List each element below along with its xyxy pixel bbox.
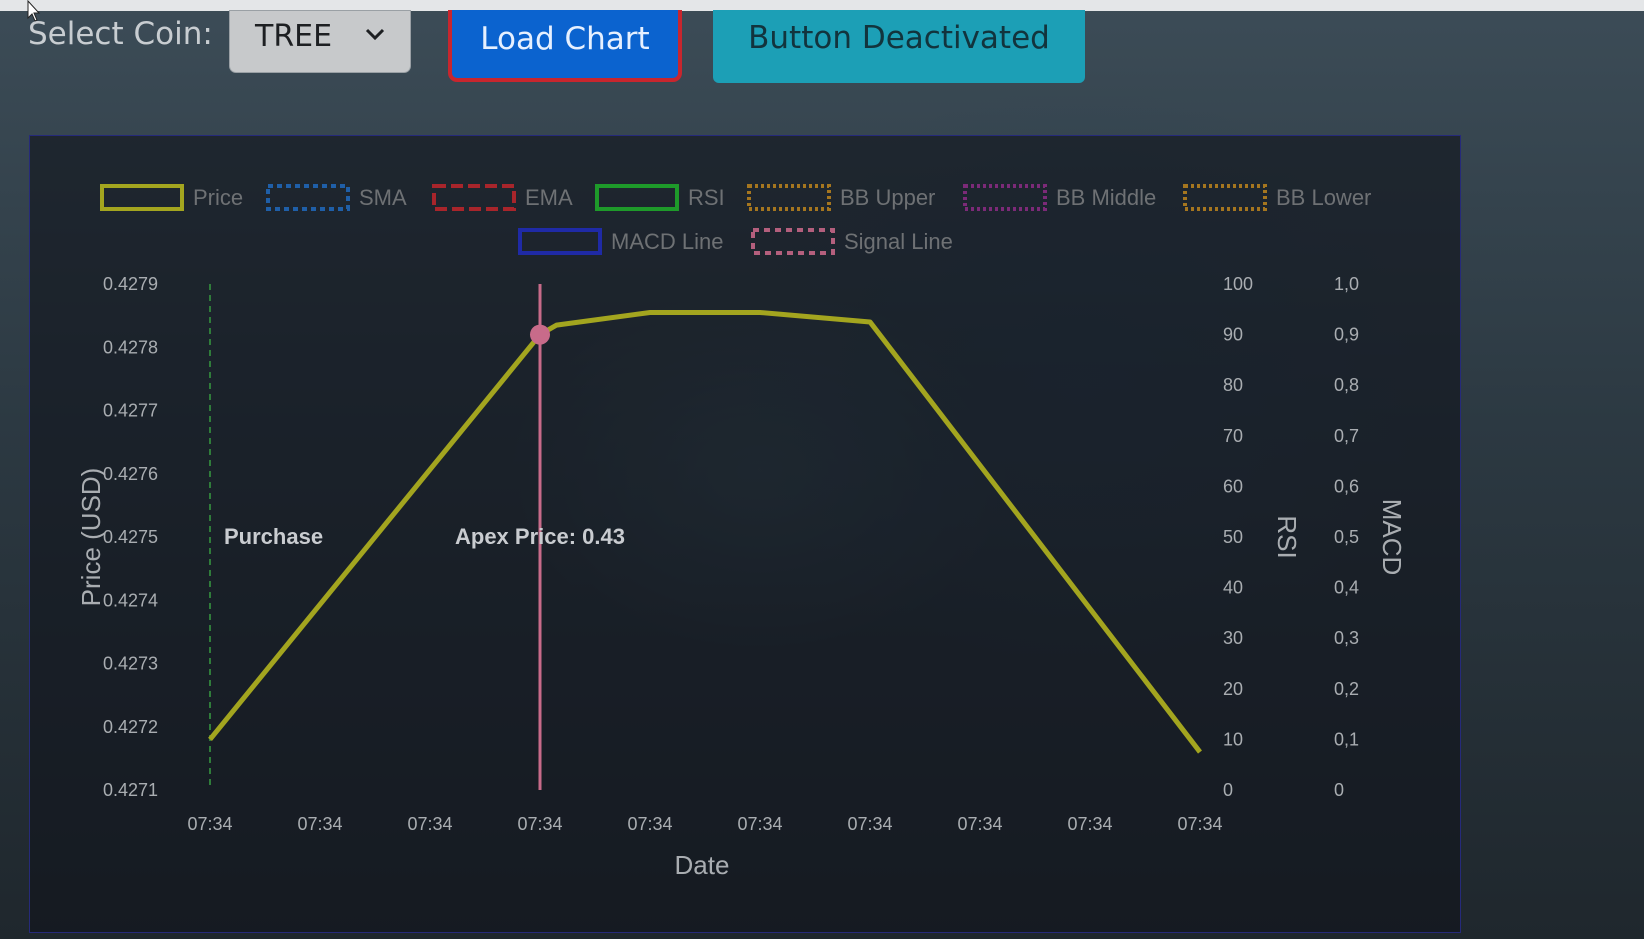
legend-label-sma: SMA (359, 185, 407, 210)
x-tick-label: 07:34 (957, 814, 1002, 834)
macd-tick-label: 1,0 (1334, 274, 1359, 294)
macd-tick-label: 0,7 (1334, 426, 1359, 446)
macd-tick-label: 0,6 (1334, 476, 1359, 496)
macd-tick-label: 0,5 (1334, 527, 1359, 547)
rsi-tick-label: 100 (1223, 274, 1253, 294)
legend-swatch-ema (432, 184, 516, 211)
chevron-down-icon (363, 23, 387, 48)
legend-label-price: Price (193, 185, 243, 210)
legend-swatch-sma (266, 184, 350, 211)
legend-label-ema: EMA (525, 185, 573, 210)
x-tick-label: 07:34 (847, 814, 892, 834)
apex-annotation: Apex Price: 0.43 (455, 524, 625, 549)
macd-tick-label: 0,2 (1334, 679, 1359, 699)
x-tick-label: 07:34 (1177, 814, 1222, 834)
x-tick-label: 07:34 (737, 814, 782, 834)
load-chart-button[interactable]: Load Chart (448, 10, 682, 82)
macd-tick-label: 0,1 (1334, 729, 1359, 749)
legend-label-bb-middle: BB Middle (1056, 185, 1156, 210)
y-axis-title: Price (USD) (76, 468, 106, 607)
chart-panel: Price SMA EMA RSI BB Upper BB Middle BB Lower M… (29, 135, 1461, 933)
x-axis-title: Date (675, 850, 730, 880)
mouse-pointer-icon (27, 0, 41, 25)
price-series-line (208, 309, 1202, 754)
legend-swatch-signal-line (751, 228, 835, 255)
price-chart[interactable]: Price SMA EMA RSI BB Upper BB Middle BB Lower M… (30, 136, 1460, 932)
y-tick-label: 0.4274 (103, 590, 158, 610)
rsi-tick-label: 20 (1223, 679, 1243, 699)
macd-tick-label: 0,9 (1334, 325, 1359, 345)
y-tick-label: 0.4273 (103, 654, 158, 674)
legend-swatch-macd-line (518, 228, 602, 255)
rsi-tick-label: 10 (1223, 729, 1243, 749)
y-tick-label: 0.4272 (103, 717, 158, 737)
rsi-axis-title: RSI (1272, 515, 1302, 558)
legend-swatch-price (100, 184, 184, 211)
macd-tick-label: 0,3 (1334, 628, 1359, 648)
macd-tick-label: 0 (1334, 780, 1344, 800)
x-tick-label: 07:34 (517, 814, 562, 834)
macd-tick-label: 0,8 (1334, 375, 1359, 395)
purchase-annotation: Purchase (224, 524, 323, 549)
rsi-tick-label: 50 (1223, 527, 1243, 547)
macd-tick-label: 0,4 (1334, 578, 1359, 598)
y-tick-label: 0.4278 (103, 337, 158, 357)
rsi-tick-label: 80 (1223, 375, 1243, 395)
y-tick-label: 0.4276 (103, 464, 158, 484)
x-tick-label: 07:34 (407, 814, 452, 834)
rsi-tick-label: 90 (1223, 325, 1243, 345)
x-tick-label: 07:34 (1067, 814, 1112, 834)
macd-axis-title: MACD (1377, 499, 1407, 576)
legend-label-signal-line: Signal Line (844, 229, 953, 254)
x-tick-label: 07:34 (627, 814, 672, 834)
x-tick-label: 07:34 (297, 814, 342, 834)
y-tick-label: 0.4275 (103, 527, 158, 547)
rsi-tick-label: 70 (1223, 426, 1243, 446)
legend-swatch-bb-lower (1183, 184, 1267, 211)
coin-select-value: TREE (255, 19, 333, 54)
apex-point (530, 324, 550, 345)
deactivated-button[interactable]: Button Deactivated (713, 10, 1085, 83)
y-tick-label: 0.4277 (103, 401, 158, 421)
rsi-tick-label: 0 (1223, 780, 1233, 800)
rsi-tick-label: 40 (1223, 578, 1243, 598)
legend-swatch-bb-middle (963, 184, 1047, 211)
rsi-tick-label: 60 (1223, 476, 1243, 496)
legend-swatch-bb-upper (747, 184, 831, 211)
legend-label-bb-lower: BB Lower (1276, 185, 1371, 210)
x-tick-label: 07:34 (187, 814, 232, 834)
rsi-tick-label: 30 (1223, 628, 1243, 648)
select-coin-label: Select Coin: (28, 16, 213, 52)
coin-select[interactable]: TREE (229, 10, 411, 73)
y-tick-label: 0.4271 (103, 780, 158, 800)
y-tick-label: 0.4279 (103, 274, 158, 294)
legend-swatch-rsi (595, 184, 679, 211)
legend-label-bb-upper: BB Upper (840, 185, 935, 210)
toolbar: Select Coin: TREE Load Chart Button Deac… (0, 0, 1644, 100)
legend-label-macd-line: MACD Line (611, 229, 723, 254)
legend-label-rsi: RSI (688, 185, 725, 210)
